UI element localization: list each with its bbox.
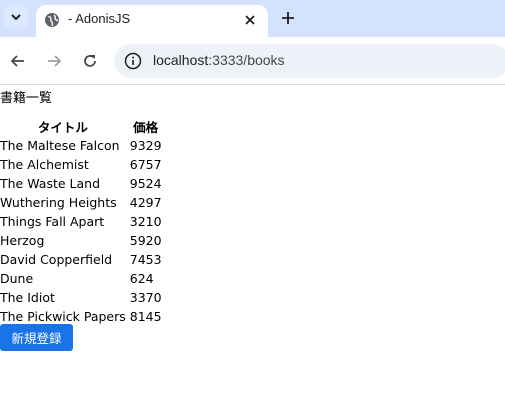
table-row: The Waste Land 9524: [0, 174, 164, 193]
site-info-button[interactable]: [122, 50, 144, 72]
url-host: localhost: [153, 52, 209, 68]
book-price: 4297: [129, 195, 162, 210]
book-price: 624: [129, 271, 154, 286]
book-title: The Maltese Falcon: [0, 138, 120, 153]
table-row: Things Fall Apart 3210: [0, 212, 164, 231]
address-bar[interactable]: localhost:3333/books: [114, 44, 505, 78]
table-row: The Idiot 3370: [0, 288, 164, 307]
tab-search-icon: [11, 14, 21, 21]
table-row: Dune 624: [0, 269, 164, 288]
table-row: The Maltese Falcon 9329: [0, 136, 164, 155]
browser-toolbar: localhost:3333/books: [0, 37, 505, 85]
book-price: 3210: [129, 214, 162, 229]
book-price: 3370: [129, 290, 162, 305]
book-price: 6757: [129, 157, 162, 172]
table-header-row: タイトル 価格: [0, 116, 164, 136]
plus-icon[interactable]: [279, 9, 297, 27]
table-row: The Alchemist 6757: [0, 155, 164, 174]
book-price: 5920: [129, 233, 162, 248]
column-header-title: タイトル: [37, 119, 88, 135]
book-title: Dune: [0, 271, 34, 286]
book-title: David Copperfield: [0, 252, 113, 267]
book-price: 9329: [129, 138, 162, 153]
close-icon[interactable]: [242, 12, 258, 28]
page-content: 書籍一覧 タイトル 価格 The Maltese Falcon 9329 The …: [0, 86, 505, 414]
tab-strip: - AdonisJS: [0, 0, 505, 37]
book-price: 7453: [129, 252, 162, 267]
reload-icon[interactable]: [80, 51, 100, 71]
register-button[interactable]: 新規登録: [0, 324, 73, 351]
url-path: :3333/books: [208, 52, 285, 68]
book-title: The Alchemist: [0, 157, 89, 172]
back-arrow-icon[interactable]: [8, 51, 28, 71]
table-row: Wuthering Heights 4297: [0, 193, 164, 212]
site-info-icon: [124, 52, 142, 70]
table-row: David Copperfield 7453: [0, 250, 164, 269]
books-table: タイトル 価格 The Maltese Falcon 9329 The Alche…: [0, 116, 164, 326]
globe-icon: [45, 13, 59, 27]
book-title: The Idiot: [0, 290, 55, 305]
page-title: 書籍一覧: [0, 91, 53, 106]
url-text[interactable]: localhost:3333/books: [153, 52, 285, 68]
tab-title: - AdonisJS: [68, 11, 131, 26]
browser-tab[interactable]: - AdonisJS: [36, 5, 268, 37]
tab-search-button[interactable]: [4, 5, 28, 29]
book-price: 9524: [129, 176, 162, 191]
table-row: Herzog 5920: [0, 231, 164, 250]
book-price: 8145: [129, 309, 162, 324]
forward-arrow-icon[interactable]: [44, 51, 64, 71]
book-title: Things Fall Apart: [0, 214, 105, 229]
column-header-price: 価格: [133, 119, 159, 135]
book-title: Wuthering Heights: [0, 195, 117, 210]
book-title: The Waste Land: [0, 176, 100, 191]
book-title: Herzog: [0, 233, 45, 248]
